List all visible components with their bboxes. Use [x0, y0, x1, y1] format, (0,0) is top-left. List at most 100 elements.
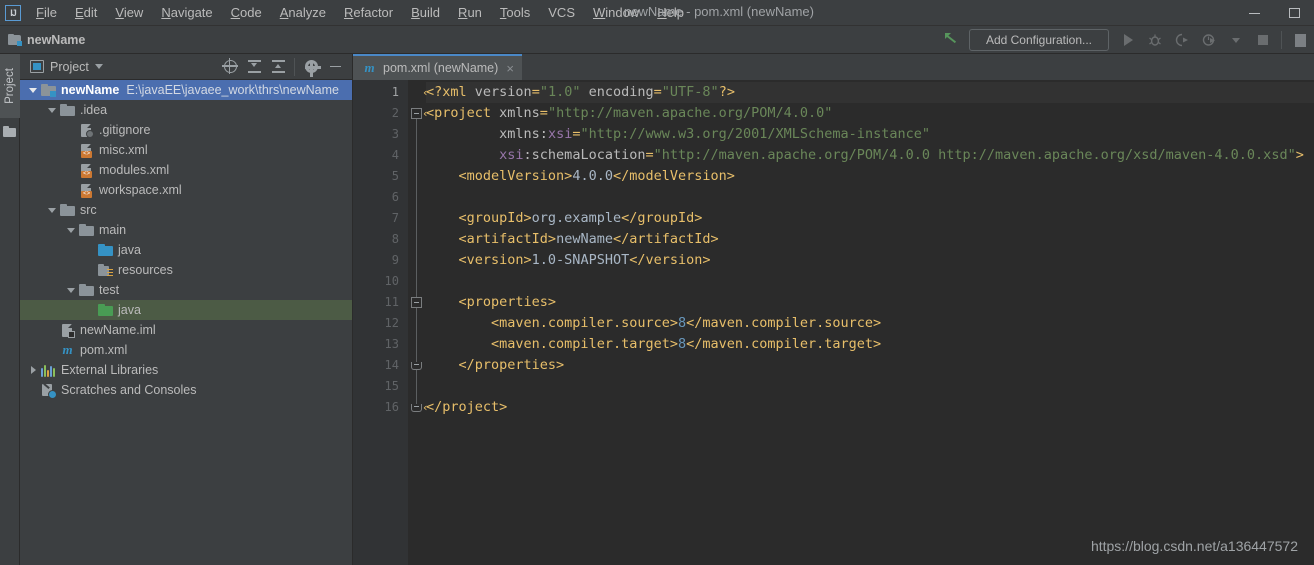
code-line-7[interactable]: <groupId>org.example</groupId> — [426, 208, 1314, 229]
folder-icon — [79, 283, 94, 297]
tool-window-tab-project[interactable]: Project — [0, 54, 20, 118]
code-line-6[interactable] — [426, 187, 1314, 208]
fold-arrow-icon[interactable]: ‹ — [422, 86, 429, 99]
tree-node-workspace-xml[interactable]: <> workspace.xml — [20, 180, 352, 200]
resources-folder-icon — [98, 263, 113, 277]
structure-folder-icon[interactable] — [3, 126, 16, 137]
menu-item-edit[interactable]: Edit — [66, 2, 106, 23]
tree-node-modules-xml[interactable]: <> modules.xml — [20, 160, 352, 180]
code-folding-gutter[interactable]: ‹ ‹ ‹ — [408, 80, 429, 565]
tree-node-newname-iml[interactable]: newName.iml — [20, 320, 352, 340]
settings-gear-icon[interactable] — [300, 56, 322, 78]
menu-bar: IJ File Edit View Navigate Code Analyze Refact… — [0, 0, 1314, 26]
code-line-2[interactable]: <project xmlns="http://maven.apache.org/… — [426, 103, 1314, 124]
tree-node-scratches-and-consoles[interactable]: Scratches and Consoles — [20, 380, 352, 400]
tree-node-main[interactable]: main — [20, 220, 352, 240]
menu-item-vcs[interactable]: VCS — [539, 2, 584, 23]
code-line-9[interactable]: <version>1.0-SNAPSHOT</version> — [426, 250, 1314, 271]
locate-target-icon[interactable] — [219, 56, 241, 78]
chevron-down-icon[interactable] — [63, 287, 79, 293]
debug-button[interactable] — [1143, 28, 1167, 52]
tree-node-test[interactable]: test — [20, 280, 352, 300]
menu-item-analyze[interactable]: Analyze — [271, 2, 335, 23]
fold-marker-line-14[interactable] — [411, 362, 422, 370]
run-with-coverage-button[interactable] — [1170, 28, 1194, 52]
profiler-button[interactable] — [1197, 28, 1221, 52]
chevron-down-icon[interactable] — [63, 227, 79, 233]
tree-node-java[interactable]: java — [20, 300, 352, 320]
tree-node-java[interactable]: java — [20, 240, 352, 260]
hide-panel-icon[interactable] — [324, 56, 346, 78]
code-token: 8 — [677, 315, 687, 331]
project-panel-title-group[interactable]: Project — [30, 60, 103, 74]
code-line-10[interactable] — [426, 271, 1314, 292]
tree-node-misc-xml[interactable]: <> misc.xml — [20, 140, 352, 160]
overflow-toolbar-button[interactable] — [1288, 28, 1312, 52]
fold-marker-line-16[interactable] — [411, 404, 422, 412]
menu-item-run[interactable]: Run — [449, 2, 491, 23]
breadcrumb[interactable]: newName — [8, 33, 85, 47]
line-number: 11 — [384, 295, 399, 309]
minimize-window-button[interactable] — [1234, 0, 1274, 26]
code-line-1[interactable]: <?xml version="1.0" encoding="UTF-8"?> — [426, 82, 1314, 103]
expand-all-icon[interactable] — [243, 56, 265, 78]
chevron-down-icon[interactable] — [25, 87, 41, 93]
code-line-15[interactable] — [426, 376, 1314, 397]
tree-node-newname[interactable]: newName E:\javaEE\javaee_work\thrs\newNam… — [20, 80, 352, 100]
menu-item-build[interactable]: Build — [402, 2, 449, 23]
close-icon[interactable]: × — [506, 61, 514, 76]
menu-item-view[interactable]: View — [106, 2, 152, 23]
line-number: 2 — [391, 106, 399, 120]
collapse-all-icon[interactable] — [267, 56, 289, 78]
fold-marker-line-2[interactable] — [411, 108, 422, 119]
line-number: 7 — [391, 211, 399, 225]
code-line-14[interactable]: </properties> — [426, 355, 1314, 376]
line-number: 3 — [391, 127, 399, 141]
tree-node-pom-xml[interactable]: m pom.xml — [20, 340, 352, 360]
fold-arrow-icon[interactable]: ‹ — [422, 401, 429, 414]
fold-marker-line-11[interactable] — [411, 297, 422, 308]
menu-item-file[interactable]: File — [27, 2, 66, 23]
menu-item-refactor[interactable]: Refactor — [335, 2, 402, 23]
fold-arrow-icon[interactable]: ‹ — [422, 107, 429, 120]
tree-node--gitignore[interactable]: .gitignore — [20, 120, 352, 140]
chevron-down-icon[interactable] — [1224, 28, 1248, 52]
code-token: 8 — [677, 336, 687, 352]
watermark: https://blog.csdn.net/a136447572 — [1090, 538, 1298, 554]
code-line-16[interactable]: </project> — [426, 397, 1314, 418]
run-button[interactable] — [1116, 28, 1140, 52]
chevron-down-icon[interactable] — [44, 107, 60, 113]
code-token: <maven.compiler.target> — [491, 336, 678, 352]
chevron-down-icon[interactable] — [94, 64, 103, 69]
code-line-5[interactable]: <modelVersion>4.0.0</modelVersion> — [426, 166, 1314, 187]
code-line-8[interactable]: <artifactId>newName</artifactId> — [426, 229, 1314, 250]
code-line-13[interactable]: <maven.compiler.target>8</maven.compiler… — [426, 334, 1314, 355]
line-number: 12 — [384, 316, 399, 330]
code-token: <artifactId> — [458, 231, 557, 247]
breadcrumb-label: newName — [27, 32, 86, 47]
code-editor[interactable]: 1 2 3 4 5 6 7 8 9 10 11 12 13 14 15 16 ‹ ‹ ‹ <?xml versio… — [353, 80, 1314, 565]
chevron-down-icon[interactable] — [44, 207, 60, 213]
code-line-4[interactable]: xsi:schemaLocation="http://maven.apache.… — [426, 145, 1314, 166]
code-token: xsi — [547, 126, 573, 142]
menu-item-code[interactable]: Code — [222, 2, 271, 23]
add-configuration-button[interactable]: Add Configuration... — [969, 29, 1109, 51]
code-line-12[interactable]: <maven.compiler.source>8</maven.compiler… — [426, 313, 1314, 334]
tree-node-resources[interactable]: resources — [20, 260, 352, 280]
tree-node--idea[interactable]: .idea — [20, 100, 352, 120]
code-line-3[interactable]: xmlns:xsi="http://www.w3.org/2001/XMLSch… — [426, 124, 1314, 145]
maximize-window-button[interactable] — [1274, 0, 1314, 26]
tree-node-label: main — [99, 223, 127, 237]
project-tool-window: Project newName E:\javaEE\javaee_work\thr… — [20, 54, 353, 565]
tree-node-src[interactable]: src — [20, 200, 352, 220]
code-line-11[interactable]: <properties> — [426, 292, 1314, 313]
code-token: 4.0.0 — [572, 168, 613, 184]
stop-button[interactable] — [1251, 28, 1275, 52]
chevron-right-icon[interactable] — [25, 366, 41, 374]
editor-tab-pom-xml[interactable]: m pom.xml (newName) × — [353, 54, 522, 80]
menu-item-tools[interactable]: Tools — [491, 2, 539, 23]
code-content[interactable]: <?xml version="1.0" encoding="UTF-8"?> <p… — [426, 80, 1314, 565]
tree-node-external-libraries[interactable]: External Libraries — [20, 360, 352, 380]
menu-item-navigate[interactable]: Navigate — [152, 2, 221, 23]
gitignore-file-icon — [79, 123, 94, 138]
